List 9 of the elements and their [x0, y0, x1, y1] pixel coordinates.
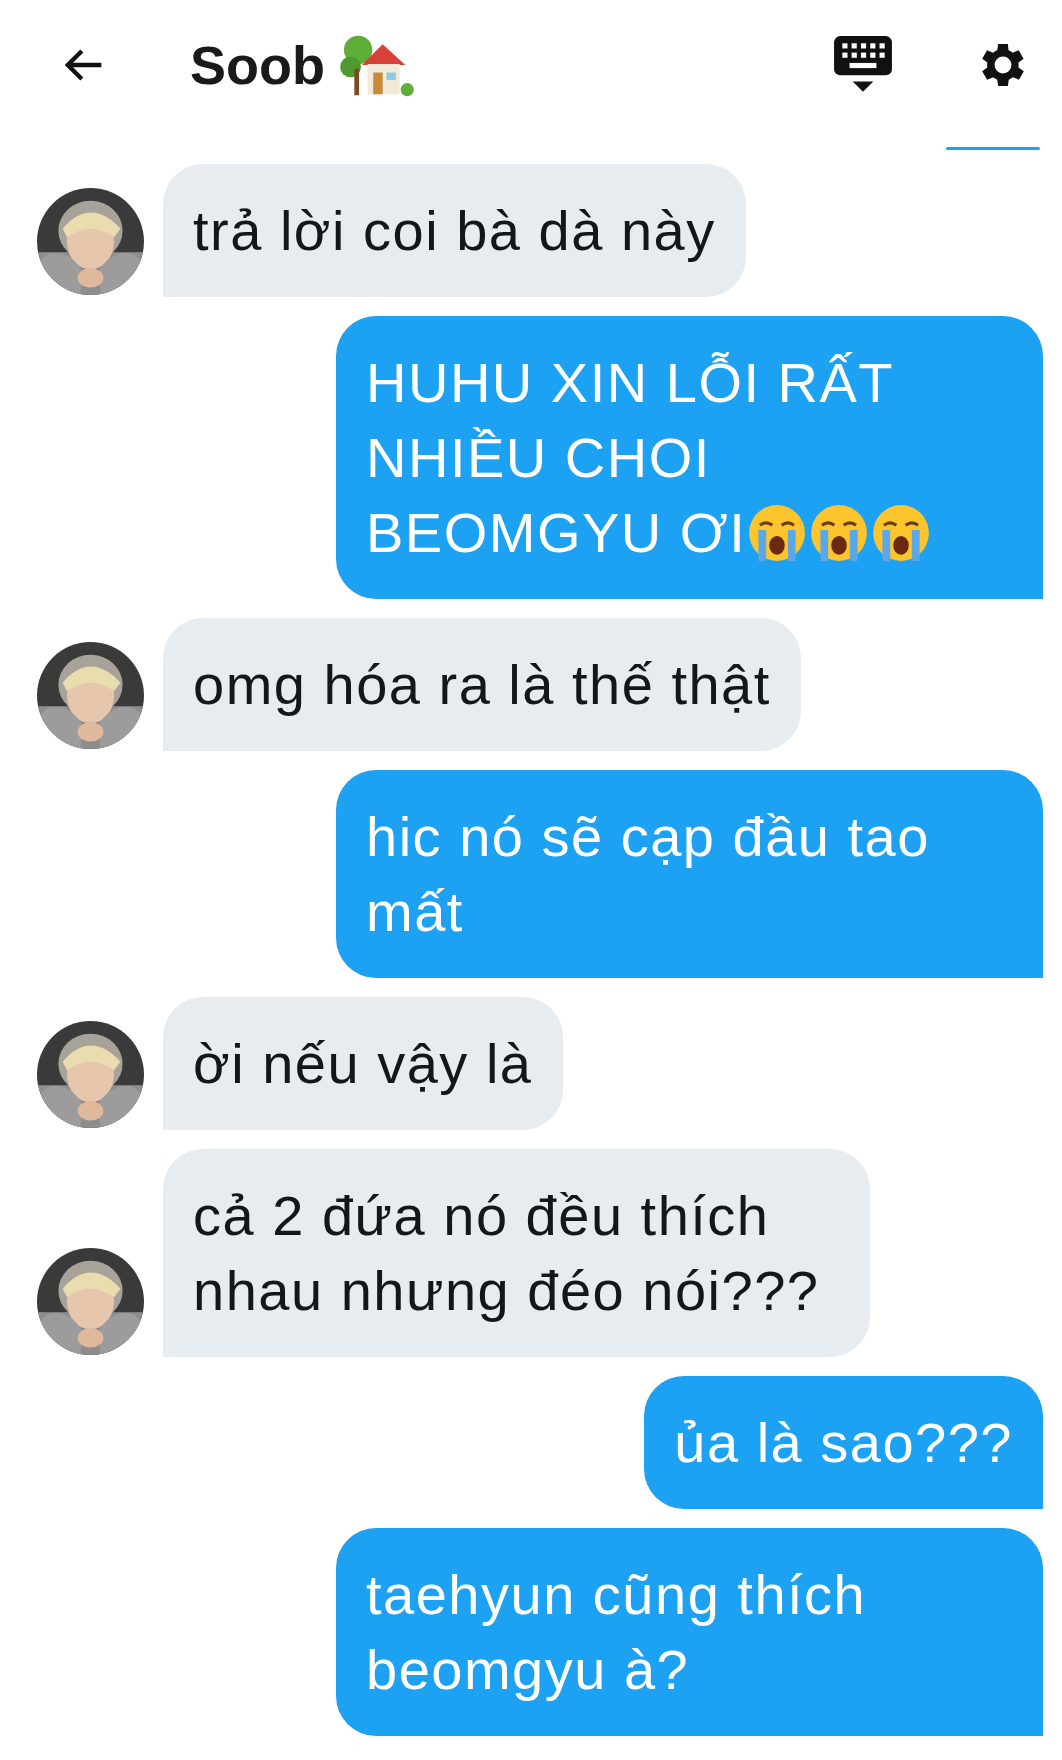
message-bubble: trả lời coi bà dà này	[163, 164, 746, 297]
message-bubble: ời nếu vậy là	[163, 997, 563, 1130]
message-bubble: HUHU XIN LỖI RẤT NHIỀU CHOI BEOMGYU ƠI	[336, 316, 1043, 599]
message-bubble: taehyun cũng thích beomgyu à?	[336, 1528, 1043, 1736]
message-bubble: cả 2 đứa nó đều thích nhau nhưng đéo nói???	[163, 1149, 870, 1357]
chat-title: Soob	[190, 34, 325, 96]
message-bubble: hic nó sẽ cạp đầu tao mất	[336, 770, 1043, 978]
message-bubble: ủa là sao???	[644, 1376, 1043, 1509]
message-bubble: omg hóa ra là thế thật	[163, 618, 801, 751]
